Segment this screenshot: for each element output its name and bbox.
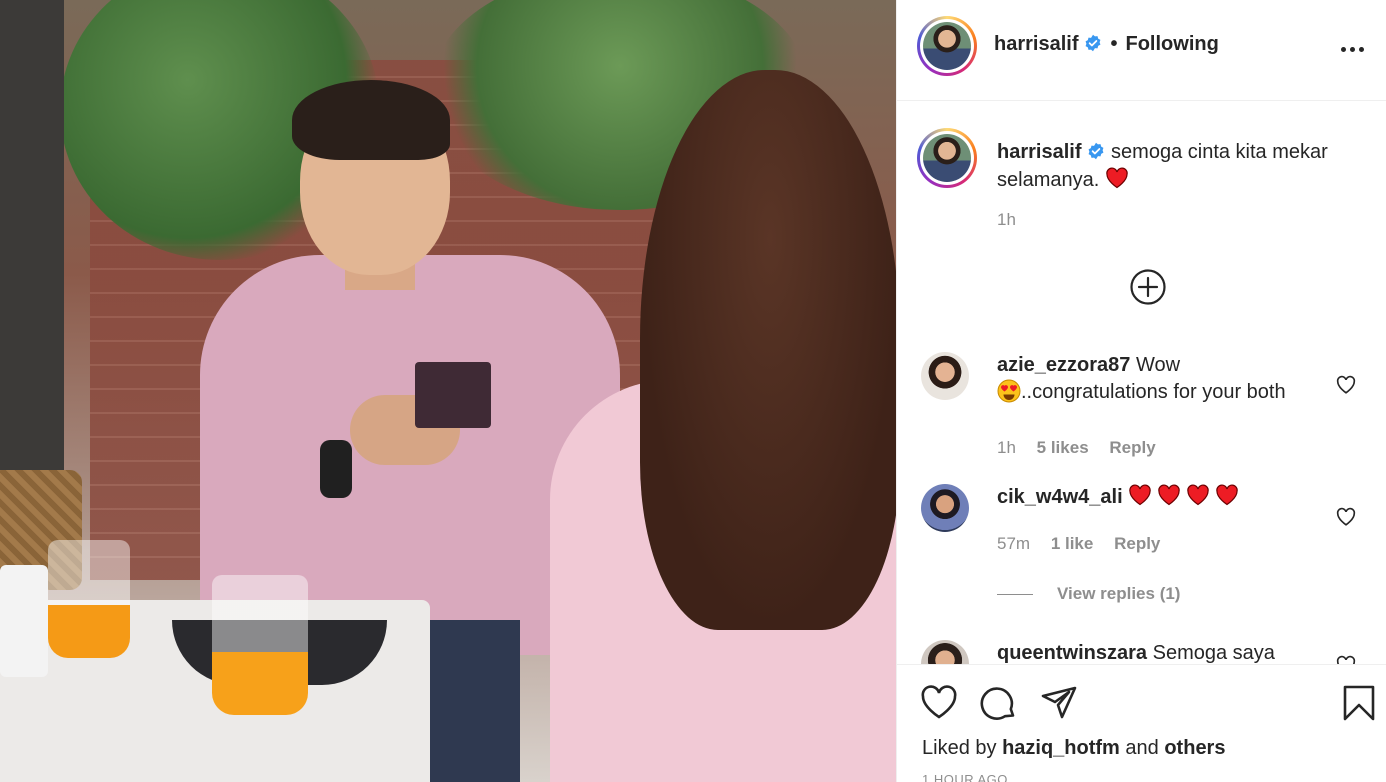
comment-body: Wow xyxy=(1135,354,1181,376)
woman-hair xyxy=(640,70,896,630)
reply-button[interactable]: Reply xyxy=(1109,438,1155,457)
commenter-username[interactable]: cik_w4w4_ali xyxy=(997,486,1123,508)
commenter-avatar[interactable] xyxy=(921,484,969,532)
caption-timestamp: 1h xyxy=(997,210,1016,229)
liked-by-user[interactable]: haziq_hotfm xyxy=(1002,737,1120,759)
smartwatch xyxy=(320,440,352,498)
red-heart-emoji-icon xyxy=(1129,484,1151,506)
author-username[interactable]: harrisalif xyxy=(994,33,1078,55)
author-avatar[interactable] xyxy=(917,16,977,76)
orange-juice-glass xyxy=(212,575,308,715)
heart-outline-icon[interactable] xyxy=(919,683,959,723)
comment-likes[interactable]: 1 like xyxy=(1051,534,1094,553)
comments-list: azie_ezzora87 Wow ..congratulations for … xyxy=(897,340,1386,664)
verified-badge-icon xyxy=(1086,34,1101,52)
add-circle-icon[interactable] xyxy=(1129,268,1167,306)
heart-outline-icon[interactable] xyxy=(1335,506,1357,528)
caption-text-block: harrisalif semoga cinta kita mekar selam… xyxy=(997,138,1357,194)
orange-juice-glass xyxy=(48,540,130,658)
liked-by-summary: Liked by haziq_hotfm and others xyxy=(922,737,1225,760)
comment-text: azie_ezzora87 Wow ..congratulations for … xyxy=(997,352,1317,406)
post-photo[interactable] xyxy=(0,0,896,782)
carton xyxy=(0,565,48,677)
heart-outline-icon[interactable] xyxy=(1335,374,1357,396)
post-side-panel: harrisalif • Following harrisalif semoga c… xyxy=(896,0,1386,782)
view-replies-button[interactable]: View replies (1) xyxy=(997,584,1180,604)
commenter-avatar[interactable] xyxy=(921,640,969,664)
comment-meta: 57m 1 like Reply xyxy=(997,534,1176,554)
dark-post xyxy=(0,0,64,470)
comment-body: Semoga saya xyxy=(1152,642,1275,664)
liked-by-prefix: Liked by xyxy=(922,737,997,759)
replies-divider-line xyxy=(997,594,1033,596)
verified-badge-icon xyxy=(1089,142,1104,160)
liked-by-and: and xyxy=(1125,737,1159,759)
reply-button[interactable]: Reply xyxy=(1114,534,1160,553)
man-hair xyxy=(292,80,450,160)
separator-dot: • xyxy=(1110,33,1118,55)
post-timestamp: 1 HOUR AGO xyxy=(922,772,1008,782)
heart-outline-icon[interactable] xyxy=(1335,654,1357,664)
post-header: harrisalif • Following xyxy=(897,0,1386,101)
caption-username[interactable]: harrisalif xyxy=(997,141,1081,163)
caption-author-avatar[interactable] xyxy=(917,128,977,188)
author-info: harrisalif • Following xyxy=(994,33,1219,56)
comment-text: cik_w4w4_ali xyxy=(997,484,1317,511)
bookmark-icon[interactable] xyxy=(1339,683,1379,723)
more-options-icon[interactable] xyxy=(1341,38,1365,62)
view-replies-label: View replies (1) xyxy=(1057,584,1181,603)
commenter-avatar[interactable] xyxy=(921,352,969,400)
ring-box xyxy=(415,362,491,428)
post-actions: Liked by haziq_hotfm and others 1 HOUR A… xyxy=(897,664,1386,782)
comment-icon[interactable] xyxy=(979,683,1019,723)
comment-time: 1h xyxy=(997,438,1016,457)
commenter-username[interactable]: queentwinszara xyxy=(997,642,1147,664)
red-heart-emoji-icon xyxy=(1106,167,1128,189)
comment-text: queentwinszara Semoga saya xyxy=(997,640,1357,664)
red-heart-emoji-icon xyxy=(1158,484,1180,506)
comment-body-continued: ..congratulations for your both xyxy=(1021,381,1286,403)
comment-time: 57m xyxy=(997,534,1031,553)
red-heart-emoji-icon xyxy=(1216,484,1238,506)
red-heart-emoji-icon xyxy=(1187,484,1209,506)
heart-eyes-emoji-icon xyxy=(997,379,1021,403)
share-icon[interactable] xyxy=(1039,683,1079,723)
commenter-username[interactable]: azie_ezzora87 xyxy=(997,354,1130,376)
following-button[interactable]: Following xyxy=(1126,33,1219,55)
comment-meta: 1h 5 likes Reply xyxy=(997,438,1172,458)
liked-by-others[interactable]: others xyxy=(1164,737,1225,759)
comment-likes[interactable]: 5 likes xyxy=(1037,438,1089,457)
